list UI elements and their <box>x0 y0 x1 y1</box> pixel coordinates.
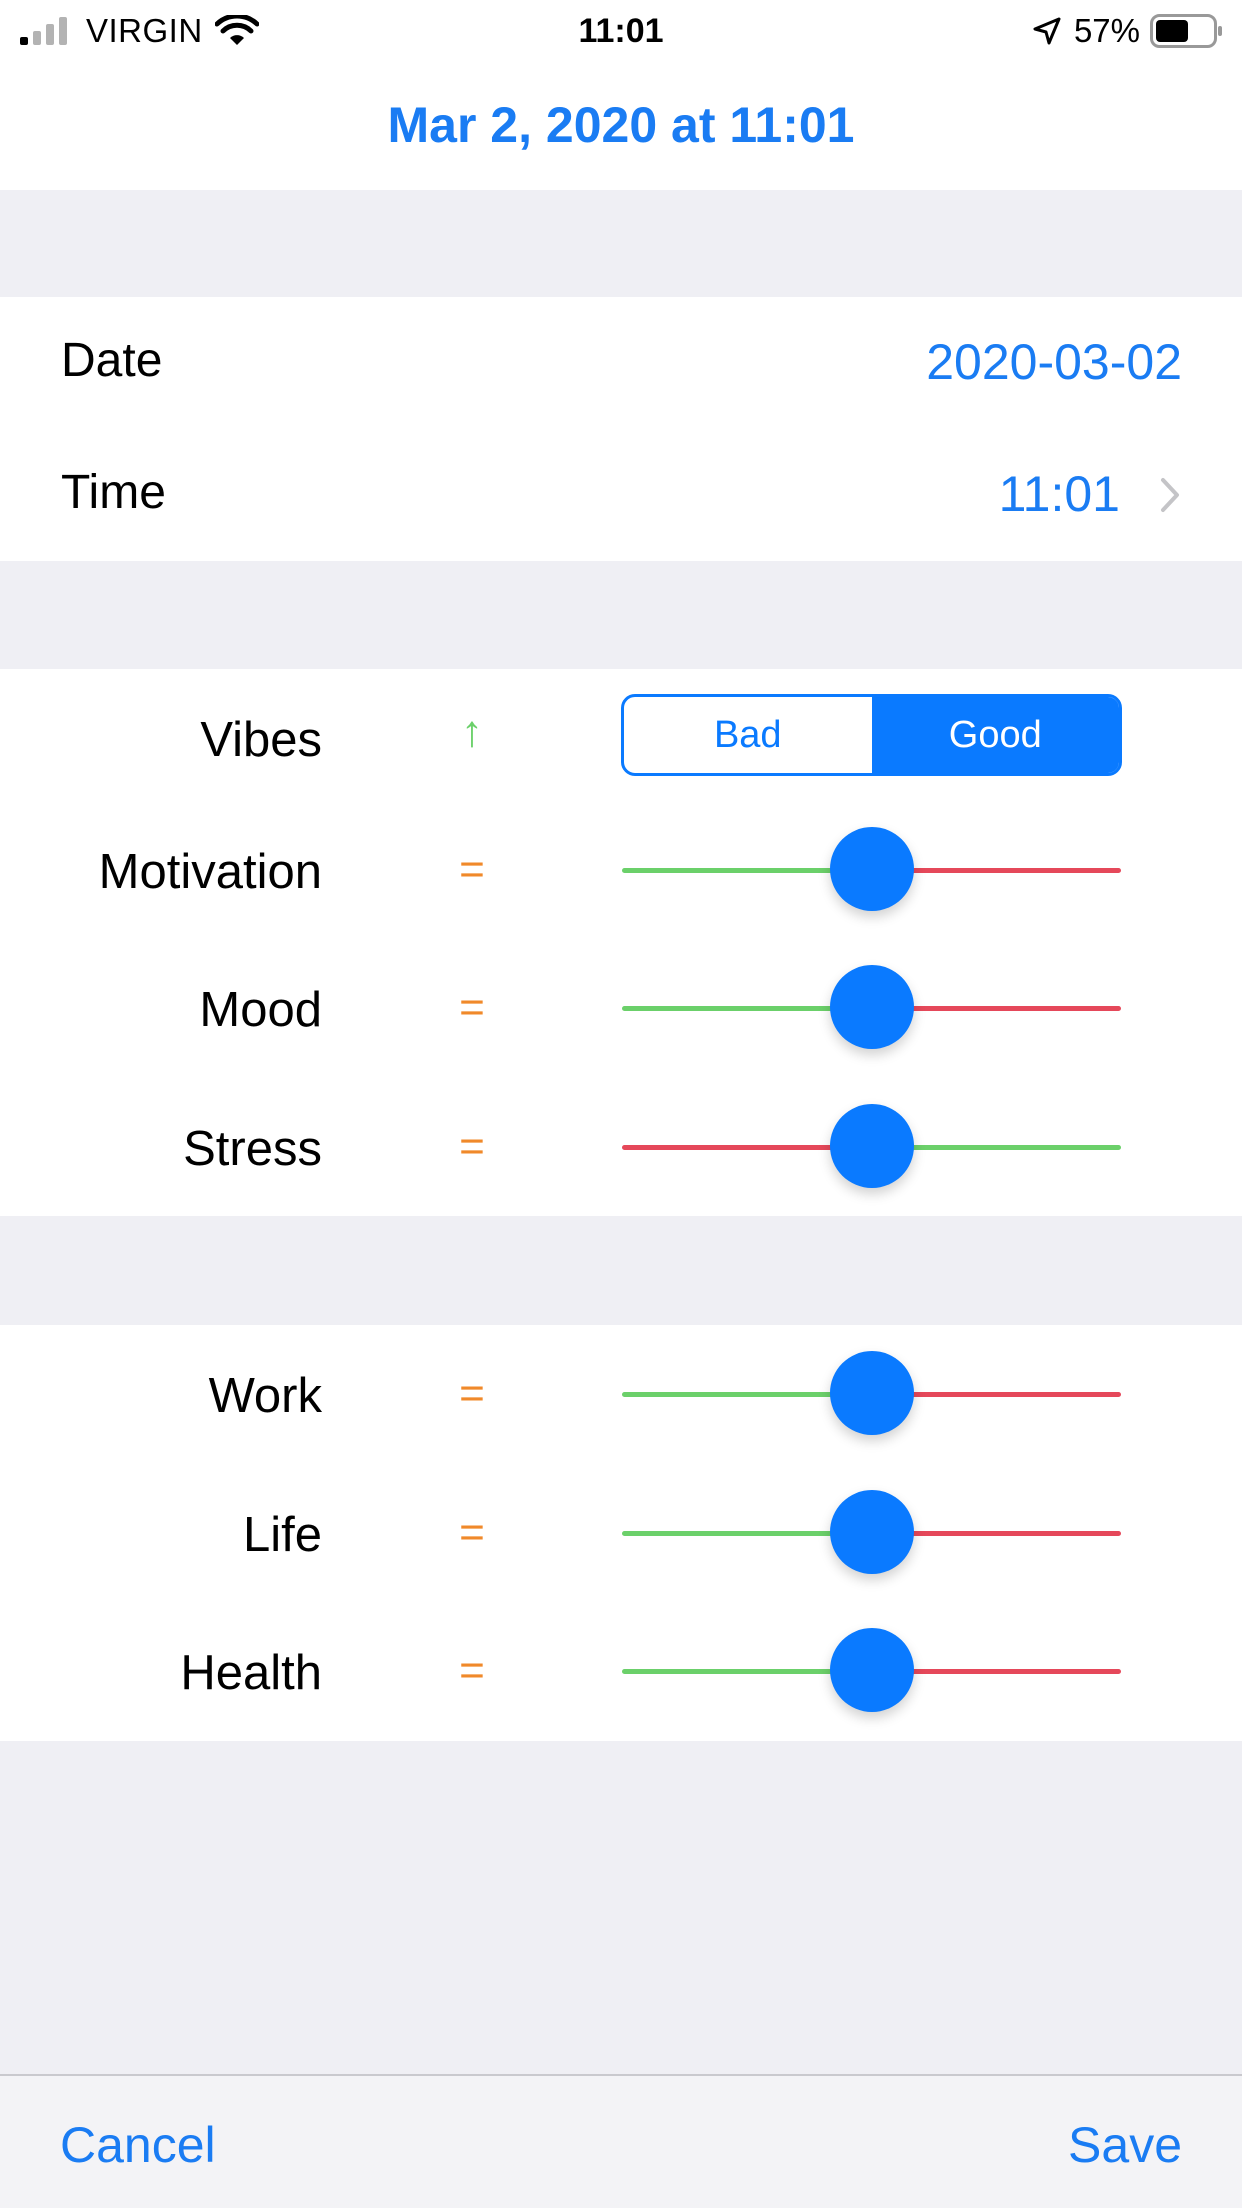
motivation-label: Motivation <box>98 845 322 899</box>
date-label: Date <box>61 334 163 387</box>
trend-equal-icon: = <box>459 1508 485 1557</box>
page-title: Mar 2, 2020 at 11:01 <box>387 97 855 153</box>
life-areas-section: Work = Life = Health = <box>0 1325 1242 1741</box>
slider-thumb[interactable] <box>829 1490 914 1574</box>
cancel-button[interactable]: Cancel <box>60 2116 216 2174</box>
trend-equal-icon: = <box>459 1646 485 1695</box>
datetime-section: Date 2020-03-02 Time 11:01 <box>0 297 1242 561</box>
stress-slider[interactable] <box>622 1104 1121 1188</box>
work-label: Work <box>208 1369 322 1423</box>
mood-row: Mood = <box>0 939 1242 1077</box>
work-slider[interactable] <box>622 1351 1121 1435</box>
trend-up-icon: ↑ <box>461 707 483 756</box>
location-arrow-icon <box>1033 17 1061 45</box>
feelings-section: Vibes ↑ Bad Good Motivation = Mood = Str… <box>0 669 1242 1216</box>
trend-equal-icon: = <box>459 1122 485 1171</box>
life-slider[interactable] <box>622 1490 1121 1574</box>
status-bar: VIRGIN 11:01 57% <box>0 0 1242 62</box>
vibes-segmented-control[interactable]: Bad Good <box>621 694 1122 776</box>
work-row: Work = <box>0 1325 1242 1463</box>
health-slider[interactable] <box>622 1628 1121 1712</box>
mood-label: Mood <box>199 983 322 1037</box>
battery-percent: 57% <box>1073 12 1140 49</box>
time-value[interactable]: 11:01 <box>999 465 1120 523</box>
mood-slider[interactable] <box>622 965 1121 1049</box>
slider-thumb[interactable] <box>829 1351 914 1435</box>
slider-thumb[interactable] <box>829 1628 914 1712</box>
life-row: Life = <box>0 1464 1242 1602</box>
slider-thumb[interactable] <box>829 1104 914 1188</box>
date-row[interactable]: Date 2020-03-02 <box>0 297 1242 429</box>
battery-icon <box>1150 14 1222 48</box>
health-label: Health <box>180 1646 322 1700</box>
time-label: Time <box>61 466 166 519</box>
motivation-slider[interactable] <box>622 827 1121 911</box>
stress-label: Stress <box>183 1122 322 1176</box>
trend-equal-icon: = <box>459 983 485 1032</box>
slider-thumb[interactable] <box>829 827 914 911</box>
slider-thumb[interactable] <box>829 965 914 1049</box>
vibes-label: Vibes <box>200 713 322 767</box>
bottom-toolbar: Cancel Save <box>0 2074 1242 2208</box>
vibes-option-bad[interactable]: Bad <box>624 697 872 773</box>
motivation-row: Motivation = <box>0 801 1242 939</box>
vibes-option-good[interactable]: Good <box>871 697 1119 773</box>
life-label: Life <box>242 1508 322 1562</box>
chevron-right-icon <box>1161 478 1179 512</box>
status-bar-right: 57% <box>1032 12 1224 50</box>
stress-row: Stress = <box>0 1078 1242 1216</box>
vibes-row: Vibes ↑ Bad Good <box>0 669 1242 807</box>
save-button[interactable]: Save <box>1068 2116 1182 2174</box>
date-value[interactable]: 2020-03-02 <box>926 333 1182 391</box>
trend-equal-icon: = <box>459 845 485 894</box>
trend-equal-icon: = <box>459 1369 485 1418</box>
time-row[interactable]: Time 11:01 <box>0 429 1242 561</box>
health-row: Health = <box>0 1602 1242 1740</box>
nav-bar: Mar 2, 2020 at 11:01 <box>0 62 1242 190</box>
